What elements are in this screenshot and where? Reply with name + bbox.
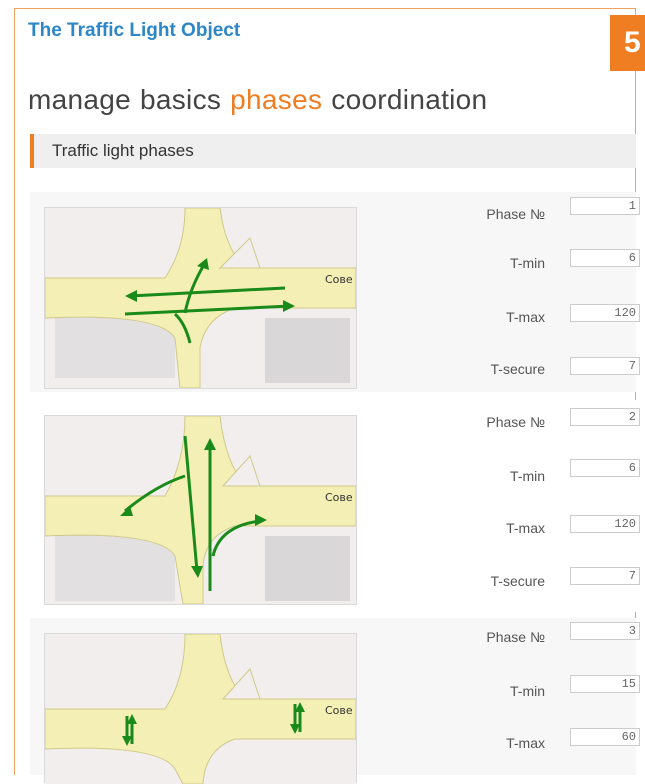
t-min-input[interactable]: 6 xyxy=(570,249,640,267)
phase-map-2: Сове xyxy=(44,415,357,605)
phase-number-label: Phase № xyxy=(486,206,545,222)
t-secure-input[interactable]: 7 xyxy=(570,357,640,375)
t-min-label: T-min xyxy=(510,683,545,699)
svg-text:Сове: Сове xyxy=(325,491,353,504)
t-min-input[interactable]: 6 xyxy=(570,459,640,477)
t-secure-input[interactable]: 7 xyxy=(570,567,640,585)
t-secure-label: T-secure xyxy=(490,573,545,589)
tab-basics[interactable]: basics xyxy=(140,84,221,115)
phase-number-label: Phase № xyxy=(486,414,545,430)
phase-map-3: Сове xyxy=(44,633,357,784)
section-title: Traffic light phases xyxy=(52,141,194,160)
t-max-input[interactable]: 120 xyxy=(570,304,640,322)
phase-number-label: Phase № xyxy=(486,629,545,645)
t-min-input[interactable]: 15 xyxy=(570,675,640,693)
section-header: Traffic light phases xyxy=(30,134,636,168)
section-accent-bar xyxy=(30,134,34,168)
t-max-label: T-max xyxy=(506,520,545,536)
t-max-input[interactable]: 60 xyxy=(570,728,640,746)
page-number: 5 xyxy=(610,15,645,71)
t-max-label: T-max xyxy=(506,735,545,751)
tab-manage[interactable]: manage xyxy=(28,84,131,115)
svg-text:Сове: Сове xyxy=(325,273,353,286)
t-min-label: T-min xyxy=(510,468,545,484)
tab-phases[interactable]: phases xyxy=(230,84,322,115)
t-secure-label: T-secure xyxy=(490,361,545,377)
phase-panel-2: Сове Phase № 2 T-min 6 T-max 120 T-secur… xyxy=(30,400,640,612)
t-min-label: T-min xyxy=(510,255,545,271)
phase-map-1: Сове xyxy=(44,207,357,389)
t-max-input[interactable]: 120 xyxy=(570,515,640,533)
page-title: The Traffic Light Object xyxy=(28,20,241,41)
phase-number-input[interactable]: 3 xyxy=(570,622,640,640)
phase-panel-1: Сове Phase № 1 T-min 6 T-max 120 T-secur… xyxy=(30,192,640,392)
tab-bar: manage basics phases coordination xyxy=(28,84,496,116)
phase-number-input[interactable]: 2 xyxy=(570,408,640,426)
phase-panel-3: Сове Phase № 3 T-min 15 T-max 60 xyxy=(30,618,640,784)
t-max-label: T-max xyxy=(506,309,545,325)
svg-text:Сове: Сове xyxy=(325,704,353,717)
tab-coordination[interactable]: coordination xyxy=(331,84,487,115)
phase-number-input[interactable]: 1 xyxy=(570,197,640,215)
